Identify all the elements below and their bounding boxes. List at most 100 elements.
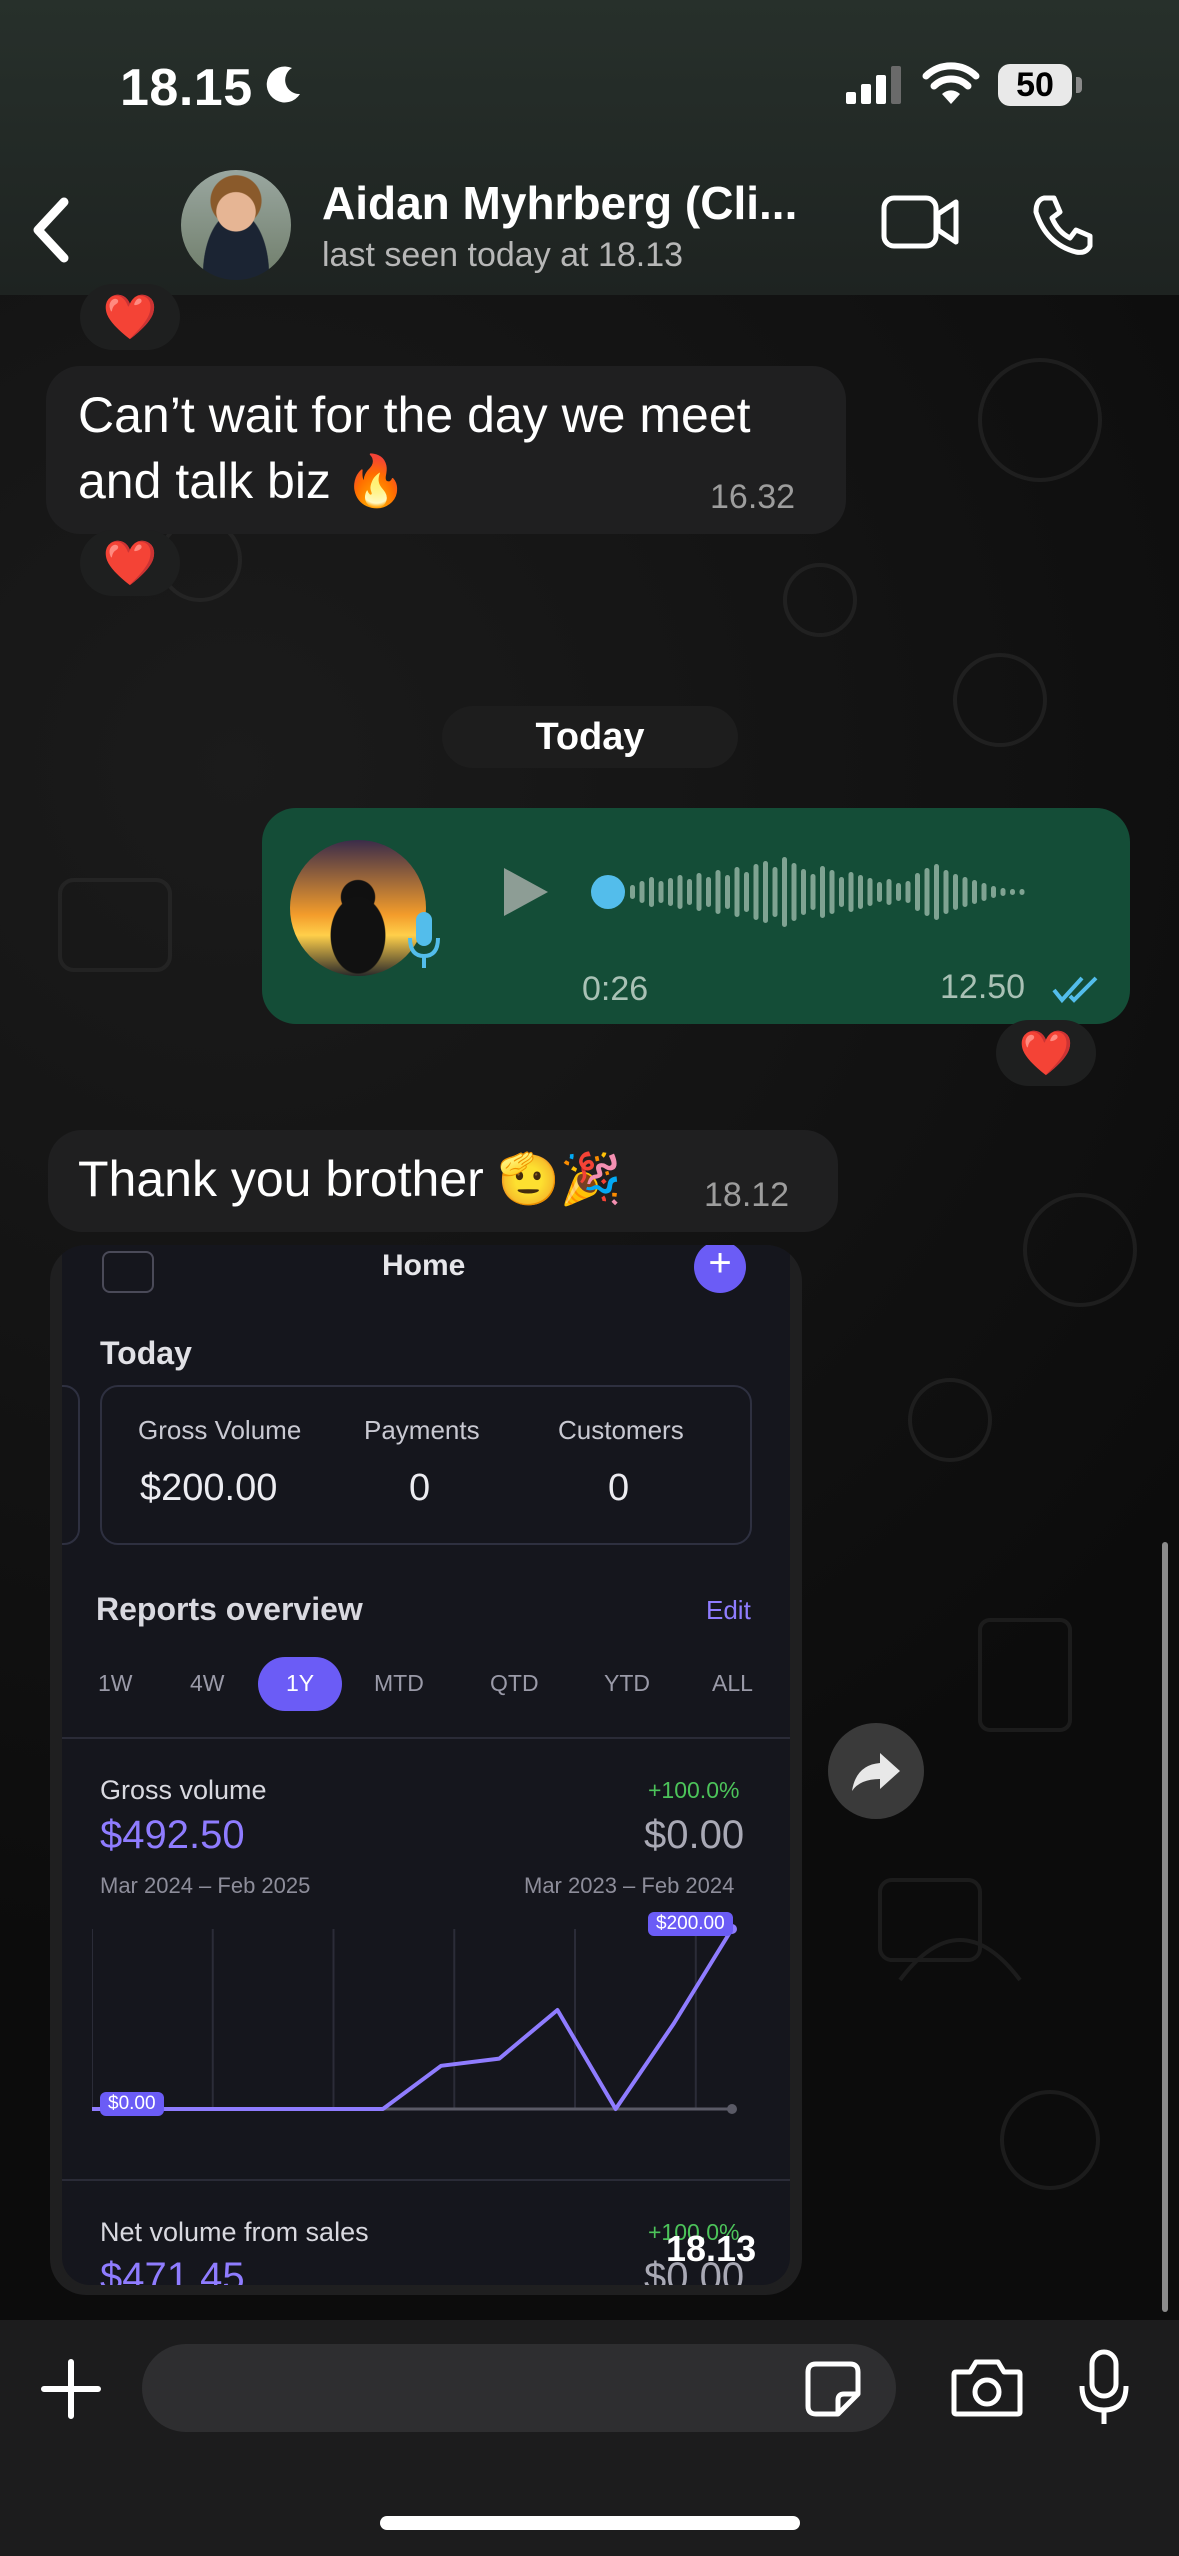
screenshot-nav-title: Home [382,1249,466,1282]
left-card-edge [62,1385,80,1545]
scrollbar[interactable] [1162,1542,1168,2312]
message-text-line: and talk biz 🔥 [78,453,408,509]
reaction-heart[interactable]: ❤️ [80,284,180,350]
waveform-bar [734,867,740,917]
waveform-bar [630,885,635,899]
last-seen-status: last seen today at 18.13 [322,236,684,274]
range-option: QTD [490,1670,539,1696]
waveform-bar [915,873,920,911]
waveform-bar [962,877,968,907]
shared-screenshot[interactable]: Home + Today Gross Volume $200.00 Paymen… [62,1245,790,2285]
waveform-bar [715,870,721,914]
chart-min-label: $0.00 [100,2092,164,2116]
waveform-bar [896,883,901,901]
reports-title: Reports overview [96,1591,363,1627]
waveform-bar [981,883,987,901]
read-receipt-icon [1052,976,1098,1004]
divider [62,2179,790,2181]
store-icon [102,1251,154,1293]
image-timestamp: 18.13 [666,2228,757,2269]
stat-label: Payments [364,1415,480,1445]
waveform-bar [1019,889,1025,895]
range-option: 1W [98,1670,133,1696]
waveform-bar [839,877,844,907]
focus-moon-icon [266,66,300,103]
waveform-bar [858,875,863,909]
waveform-bar [953,874,958,910]
waveform-bar [1000,888,1006,896]
voice-waveform[interactable] [590,850,1090,934]
waveform-bar [877,882,882,902]
play-icon[interactable] [496,864,552,920]
video-call-icon[interactable] [880,192,960,252]
waveform-bar [696,873,702,911]
stats-card [100,1385,752,1545]
waveform-bar [924,868,930,916]
contact-avatar[interactable] [181,170,291,280]
microphone-record-icon[interactable] [1076,2348,1132,2428]
voice-call-icon[interactable] [1030,192,1096,258]
waveform-bar [943,870,949,914]
message-timestamp: 12.50 [940,968,1026,1006]
battery-indicator: 50 [998,64,1072,106]
waveform-bar [934,864,939,920]
cellular-signal-icon [846,66,901,104]
forward-button[interactable] [828,1723,924,1819]
net-volume-current: $471.45 [100,2255,245,2285]
gross-volume-series-line [92,1927,734,2111]
home-indicator[interactable] [380,2516,800,2530]
stat-label: Customers [558,1415,684,1445]
waveform-bar [905,881,911,903]
waveform-bar [763,861,768,923]
waveform-bar [744,872,749,912]
waveform-bar [867,878,873,906]
waveform-bar [829,870,835,914]
contact-name[interactable]: Aidan Myhrberg (Cli... [322,176,862,230]
waveform-bar [772,867,778,917]
message-text-line: Can’t wait for the day we meet [78,387,751,443]
today-label: Today [100,1335,192,1371]
microphone-icon [408,912,440,968]
back-chevron-icon[interactable] [22,190,82,270]
range-option: MTD [374,1670,424,1696]
waveform-bar [886,879,892,905]
attach-plus-icon[interactable] [38,2356,104,2422]
stat-label: Gross Volume [138,1415,302,1445]
voice-duration: 0:26 [582,970,649,1008]
chart-baseline-end [727,2104,737,2114]
current-period: Mar 2024 – Feb 2025 [100,1873,311,1898]
gross-volume-previous: $0.00 [644,1813,745,1857]
waveform-bar [687,879,692,905]
waveform-bar [801,869,806,915]
battery-tip [1076,77,1082,93]
message-timestamp: 16.32 [710,478,796,516]
image-message-bubble[interactable]: Home + Today Gross Volume $200.00 Paymen… [50,1245,802,2295]
message-text: Thank you brother 🫡🎉 [78,1151,623,1207]
sticker-icon[interactable] [804,2360,862,2418]
status-time: 18.15 [120,59,253,117]
reaction-heart[interactable]: ❤️ [80,530,180,596]
wifi-icon [922,62,980,104]
forward-icon [852,1753,900,1791]
reaction-heart[interactable]: ❤️ [996,1020,1096,1086]
waveform-bar [753,864,759,920]
gross-volume-current: $492.50 [100,1813,245,1857]
waveform-bar [848,872,854,912]
net-volume-title: Net volume from sales [100,2217,369,2247]
range-option: 4W [190,1670,225,1696]
gross-volume-change: +100.0% [648,1777,740,1803]
message-timestamp: 18.12 [704,1176,790,1214]
waveform-bar [991,886,996,898]
message-input[interactable] [142,2344,896,2432]
stat-value: 0 [409,1467,431,1509]
camera-icon[interactable] [950,2356,1024,2418]
add-icon: + [694,1245,746,1293]
waveform-bar [725,875,730,909]
date-divider: Today [442,706,738,768]
gross-volume-title: Gross volume [100,1775,267,1805]
previous-period: Mar 2023 – Feb 2024 [524,1873,735,1898]
waveform-bar [820,866,825,918]
range-option: YTD [604,1670,650,1696]
stat-value: 0 [608,1467,630,1509]
waveform-bar [649,877,654,907]
